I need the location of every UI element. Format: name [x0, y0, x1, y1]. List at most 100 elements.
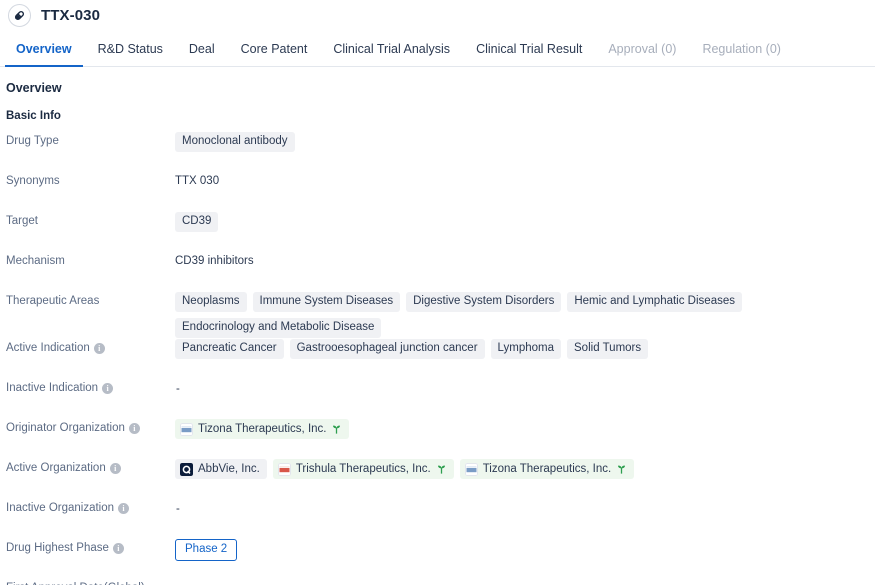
subsection-title-basic-info: Basic Info — [6, 110, 61, 122]
info-icon[interactable]: i — [112, 542, 124, 554]
overview-content: Overview Basic Info Drug Type Monoclonal … — [0, 67, 875, 585]
tag-chip[interactable]: Lymphoma — [490, 339, 562, 359]
tag-chip[interactable]: Gastrooesophageal junction cancer — [289, 339, 485, 359]
row-mechanism: Mechanism CD39 inhibitors — [6, 251, 875, 291]
row-target: Target CD39 — [6, 211, 875, 251]
organization-chip[interactable]: Tizona Therapeutics, Inc. — [175, 419, 350, 439]
organization-name: Tizona Therapeutics, Inc. — [198, 423, 327, 435]
row-value-originator-organization: Tizona Therapeutics, Inc. — [175, 418, 875, 439]
row-label-first-approval-date-global: First Approval Date(Global) — [6, 578, 175, 585]
label-text: First Approval Date(Global) — [6, 581, 145, 585]
section-title: Overview — [6, 81, 62, 95]
tag-chip[interactable]: Hemic and Lymphatic Diseases — [567, 292, 742, 312]
label-text: Drug Type — [6, 135, 59, 147]
row-label-active-organization: Active Organization i — [6, 458, 175, 475]
label-text: Synonyms — [6, 175, 60, 187]
org-logo-icon — [277, 462, 291, 476]
org-logo-icon — [464, 462, 478, 476]
row-value-target: CD39 — [175, 211, 875, 232]
tab-clinical-trial-analysis[interactable]: Clinical Trial Analysis — [320, 31, 463, 66]
row-value-drug-type: Monoclonal antibody — [175, 131, 875, 152]
value-text: CD39 inhibitors — [175, 255, 254, 267]
sprout-icon — [437, 465, 445, 474]
empty-value: - — [176, 502, 180, 515]
tab-clinical-trial-result[interactable]: Clinical Trial Result — [463, 31, 595, 66]
tab-bar: Overview R&D Status Deal Core Patent Clinica… — [0, 31, 875, 67]
sprout-icon — [618, 465, 626, 474]
row-label-synonyms: Synonyms — [6, 171, 175, 188]
row-value-inactive-indication: - — [175, 378, 875, 398]
info-icon[interactable]: i — [118, 502, 130, 514]
organization-chip[interactable]: AbbVie, Inc. — [175, 459, 267, 479]
tab-approval-0: Approval (0) — [608, 41, 677, 56]
tab-core-patent[interactable]: Core Patent — [228, 31, 321, 66]
phase-badge[interactable]: Phase 2 — [175, 539, 238, 561]
row-inactive-organization: Inactive Organization i - — [6, 498, 875, 538]
row-value-active-organization: AbbVie, Inc. Trishula Therapeutics, Inc. T… — [175, 458, 875, 479]
row-value-therapeutic-areas: Neoplasms Immune System Diseases Digestive… — [175, 291, 875, 338]
row-label-therapeutic-areas: Therapeutic Areas — [6, 291, 175, 308]
label-text: Active Indication — [6, 342, 90, 354]
empty-value: - — [176, 382, 180, 395]
page-title: TTX-030 — [41, 7, 101, 24]
label-text: Originator Organization — [6, 422, 125, 434]
row-value-drug-highest-phase: Phase 2 — [175, 538, 875, 561]
pill-capsule-icon — [8, 4, 31, 27]
info-icon[interactable]: i — [109, 462, 121, 474]
row-drug-type: Drug Type Monoclonal antibody — [6, 131, 875, 171]
organization-name: Trishula Therapeutics, Inc. — [295, 463, 431, 475]
row-label-active-indication: Active Indication i — [6, 338, 175, 355]
organization-chip[interactable]: Trishula Therapeutics, Inc. — [272, 459, 454, 479]
row-label-inactive-indication: Inactive Indication i — [6, 378, 175, 395]
organization-name: Tizona Therapeutics, Inc. — [482, 463, 612, 475]
tag-chip[interactable]: Pancreatic Cancer — [175, 339, 284, 359]
tab-r-d-status[interactable]: R&D Status — [85, 31, 176, 66]
org-logo-icon — [180, 462, 193, 476]
label-text: Mechanism — [6, 255, 65, 267]
organization-name: AbbVie, Inc. — [198, 463, 260, 475]
info-icon[interactable]: i — [128, 422, 140, 434]
row-label-drug-type: Drug Type — [6, 131, 175, 148]
org-logo-icon — [180, 422, 193, 436]
row-synonyms: Synonyms TTX 030 — [6, 171, 875, 211]
row-label-target: Target — [6, 211, 175, 228]
tag-chip[interactable]: Monoclonal antibody — [175, 132, 295, 152]
tag-chip[interactable]: Neoplasms — [175, 292, 247, 312]
row-originator-organization: Originator Organization i Tizona Therapeut… — [6, 418, 875, 458]
row-label-mechanism: Mechanism — [6, 251, 175, 268]
tab-deal[interactable]: Deal — [176, 31, 228, 66]
tag-chip[interactable]: Endocrinology and Metabolic Disease — [175, 318, 382, 338]
tag-chip[interactable]: Solid Tumors — [567, 339, 649, 359]
tag-chip[interactable]: CD39 — [175, 212, 219, 232]
label-text: Inactive Indication — [6, 382, 99, 394]
tab-overview[interactable]: Overview — [3, 31, 85, 67]
row-first-approval-date-global: First Approval Date(Global) - — [6, 578, 875, 585]
row-therapeutic-areas: Therapeutic Areas Neoplasms Immune System … — [6, 291, 875, 338]
value-text: TTX 030 — [175, 175, 220, 187]
page-header: TTX-030 — [0, 0, 875, 31]
tag-chip[interactable]: Digestive System Disorders — [406, 292, 562, 312]
label-text: Therapeutic Areas — [6, 295, 100, 307]
row-label-drug-highest-phase: Drug Highest Phase i — [6, 538, 175, 555]
organization-chip[interactable]: Tizona Therapeutics, Inc. — [459, 459, 635, 479]
info-icon[interactable]: i — [93, 342, 105, 354]
label-text: Active Organization — [6, 462, 106, 474]
tag-chip[interactable]: Immune System Diseases — [252, 292, 401, 312]
row-drug-highest-phase: Drug Highest Phase i Phase 2 — [6, 538, 875, 578]
row-value-inactive-organization: - — [175, 498, 875, 518]
label-text: Drug Highest Phase — [6, 542, 109, 554]
label-text: Target — [6, 215, 38, 227]
row-label-inactive-organization: Inactive Organization i — [6, 498, 175, 515]
row-inactive-indication: Inactive Indication i - — [6, 378, 875, 418]
info-icon[interactable]: i — [102, 382, 114, 394]
row-value-first-approval-date-global: - — [175, 578, 875, 585]
row-label-originator-organization: Originator Organization i — [6, 418, 175, 435]
basic-info-rows: Drug Type Monoclonal antibody Synonyms TTX … — [6, 131, 875, 585]
row-value-mechanism: CD39 inhibitors — [175, 251, 875, 271]
row-active-organization: Active Organization i AbbVie, Inc. Trishula… — [6, 458, 875, 498]
tab-regulation-0: Regulation (0) — [702, 41, 781, 56]
label-text: Inactive Organization — [6, 502, 115, 514]
row-value-active-indication: Pancreatic Cancer Gastrooesophageal junct… — [175, 338, 875, 359]
row-value-synonyms: TTX 030 — [175, 171, 875, 191]
sprout-icon — [333, 425, 341, 434]
